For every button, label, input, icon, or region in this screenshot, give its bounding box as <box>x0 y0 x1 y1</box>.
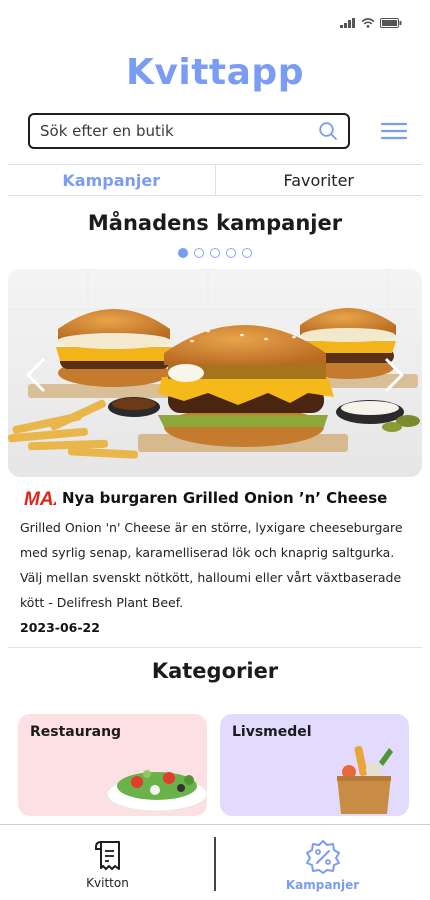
category-card-restaurang[interactable]: Restaurang <box>18 714 207 816</box>
wifi-icon <box>361 18 375 28</box>
burger-image <box>8 269 422 477</box>
battery-icon <box>380 18 402 28</box>
campaign-carousel[interactable] <box>8 269 422 477</box>
category-label: Restaurang <box>30 724 122 740</box>
promo-title: Nya burgaren Grilled Onion ’n’ Cheese <box>62 489 388 507</box>
app-title: Kvittapp <box>126 52 304 93</box>
carousel-dot[interactable] <box>194 248 204 258</box>
search-icon[interactable] <box>318 121 338 141</box>
status-bar <box>340 18 402 28</box>
promo-description: Grilled Onion 'n' Cheese är en större, l… <box>20 520 403 610</box>
tab-bar: Kampanjer Favoriter <box>8 164 422 196</box>
carousel-next-arrow-icon[interactable] <box>378 355 408 395</box>
hamburger-menu-icon[interactable] <box>381 122 407 140</box>
promo-header[interactable]: MAX Nya burgaren Grilled Onion ’n’ Chees… <box>24 488 387 508</box>
bottom-navigation: Kvitton Kampanjer <box>0 824 430 900</box>
nav-item-kvitton[interactable]: Kvitton <box>0 825 215 900</box>
category-card-livsmedel[interactable]: Livsmedel <box>220 714 409 816</box>
monthly-campaigns-title: Månadens kampanjer <box>87 211 343 235</box>
nav-divider <box>214 837 216 891</box>
categories-title: Kategorier <box>151 659 279 683</box>
carousel-dot[interactable] <box>210 248 220 258</box>
nav-label-kampanjer: Kampanjer <box>285 878 360 892</box>
search-box[interactable] <box>28 113 350 149</box>
receipt-icon <box>94 841 120 870</box>
tab-kampanjer[interactable]: Kampanjer <box>8 165 216 195</box>
max-logo: MAX <box>24 489 56 508</box>
tab-favoriter[interactable]: Favoriter <box>216 165 423 195</box>
nav-label-kvitton: Kvitton <box>86 876 129 890</box>
grocery-bag-image <box>337 746 393 814</box>
carousel-dots <box>0 248 430 258</box>
carousel-prev-arrow-icon[interactable] <box>22 355 52 395</box>
carousel-dot[interactable] <box>226 248 236 258</box>
svg-text:MAX: MAX <box>24 489 56 508</box>
category-label: Livsmedel <box>232 724 312 740</box>
carousel-dot[interactable] <box>178 248 188 258</box>
discount-badge-icon <box>305 840 340 874</box>
signal-icon <box>340 18 355 28</box>
salad-image <box>106 770 207 812</box>
carousel-dot[interactable] <box>242 248 252 258</box>
search-input[interactable] <box>40 122 318 140</box>
nav-item-kampanjer[interactable]: Kampanjer <box>215 825 430 900</box>
section-divider <box>8 647 422 648</box>
promo-date: 2023-06-22 <box>20 620 100 635</box>
